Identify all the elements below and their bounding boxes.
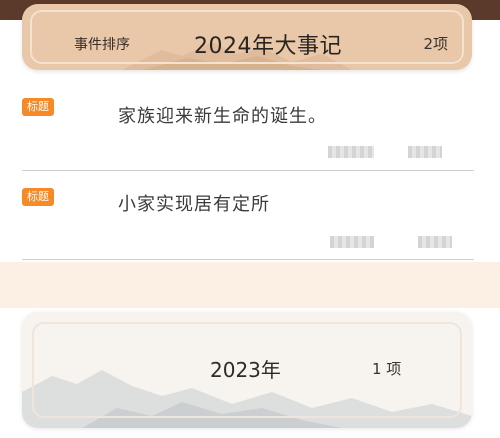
event-item[interactable]: 标题 家族迎来新生命的诞生。 [0,82,500,168]
event-count: 1 项 [372,360,402,378]
event-meta-blurred [408,146,442,158]
event-badge: 标题 [22,188,54,206]
year-header-2023[interactable]: 2023年 1 项 [22,312,472,428]
event-text: 小家实现居有定所 [118,194,270,215]
section-separator [0,262,500,308]
divider [22,170,474,171]
event-item[interactable]: 标题 小家实现居有定所 [0,172,500,258]
event-sort-button[interactable]: 事件排序 [74,34,130,54]
divider [22,259,474,260]
event-count: 2项 [423,35,448,53]
year-title: 2024年大事记 [194,34,342,59]
page: 事件排序 2024年大事记 2项 标题 家族迎来新生命的诞生。 标题 小家实现居… [0,0,500,438]
event-meta-blurred [328,146,374,158]
year-title: 2023年 [210,358,281,382]
year-header-2024[interactable]: 事件排序 2024年大事记 2项 [22,4,472,70]
event-meta-blurred [418,236,452,248]
event-badge: 标题 [22,98,54,116]
event-meta-blurred [330,236,374,248]
event-text: 家族迎来新生命的诞生。 [118,106,327,127]
